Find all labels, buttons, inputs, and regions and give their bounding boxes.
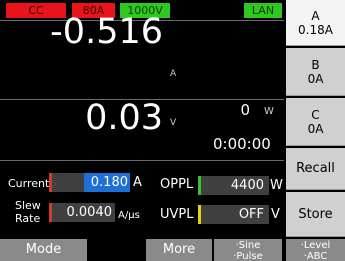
sine-pulse-button[interactable]: ·Sine ·Pulse <box>214 239 282 261</box>
uvpl-label: UVPL <box>160 207 194 222</box>
uvpl-value[interactable]: OFF <box>201 205 267 224</box>
measured-power: 0 <box>240 101 250 119</box>
lan-status-badge: LAN <box>244 3 282 18</box>
more-button[interactable]: More <box>146 239 212 261</box>
more-button-label: More <box>162 242 196 257</box>
sine-label: ·Sine <box>235 240 261 251</box>
level-b-button[interactable]: B 0A <box>286 48 345 96</box>
level-a-value: 0.18A <box>298 23 333 37</box>
level-label: ·Level <box>300 240 331 251</box>
abc-label: ·ABC <box>303 251 328 261</box>
slew-rate-value[interactable]: 0.0040 <box>52 203 114 222</box>
uvpl-unit: V <box>271 207 280 222</box>
store-button[interactable]: Store <box>286 192 345 237</box>
slew-rate-unit: A/µs <box>118 210 140 221</box>
level-c-value: 0A <box>307 122 324 136</box>
current-setting-field[interactable]: 0.180 <box>49 173 130 192</box>
recall-button[interactable]: Recall <box>286 148 345 190</box>
oppl-value[interactable]: 4400 <box>201 176 267 195</box>
measured-current: -0.516 <box>50 12 163 52</box>
oppl-unit: W <box>270 178 283 193</box>
current-setting-unit: A <box>133 175 142 190</box>
slew-rate-field[interactable]: 0.0040 <box>49 203 115 222</box>
level-c-label: C <box>311 108 320 122</box>
level-b-value: 0A <box>307 72 324 86</box>
elapsed-timer: 0:00:00 <box>213 135 271 153</box>
oppl-field[interactable]: 4400 <box>198 176 269 195</box>
oppl-label: OPPL <box>160 177 194 192</box>
uvpl-field[interactable]: OFF <box>198 205 269 224</box>
current-setting-label: Current <box>8 177 50 190</box>
level-abc-button[interactable]: ·Level ·ABC <box>286 239 345 261</box>
level-b-label: B <box>311 58 320 72</box>
level-c-button[interactable]: C 0A <box>286 98 345 146</box>
power-unit: W <box>264 106 274 117</box>
slew-rate-label-line2: Rate <box>15 212 41 225</box>
level-a-label: A <box>311 9 320 23</box>
voltage-unit: V <box>170 118 177 128</box>
current-setting-value[interactable]: 0.180 <box>84 173 130 192</box>
mode-button-label: Mode <box>25 242 62 257</box>
mode-button[interactable]: Mode <box>0 239 87 261</box>
slew-rate-label-line1: Slew <box>15 199 41 212</box>
measured-voltage: 0.03 <box>85 98 163 138</box>
settings-panel <box>0 160 284 238</box>
pulse-label: ·Pulse <box>233 251 263 261</box>
current-unit: A <box>170 69 177 79</box>
level-a-button[interactable]: A 0.18A <box>286 0 345 46</box>
